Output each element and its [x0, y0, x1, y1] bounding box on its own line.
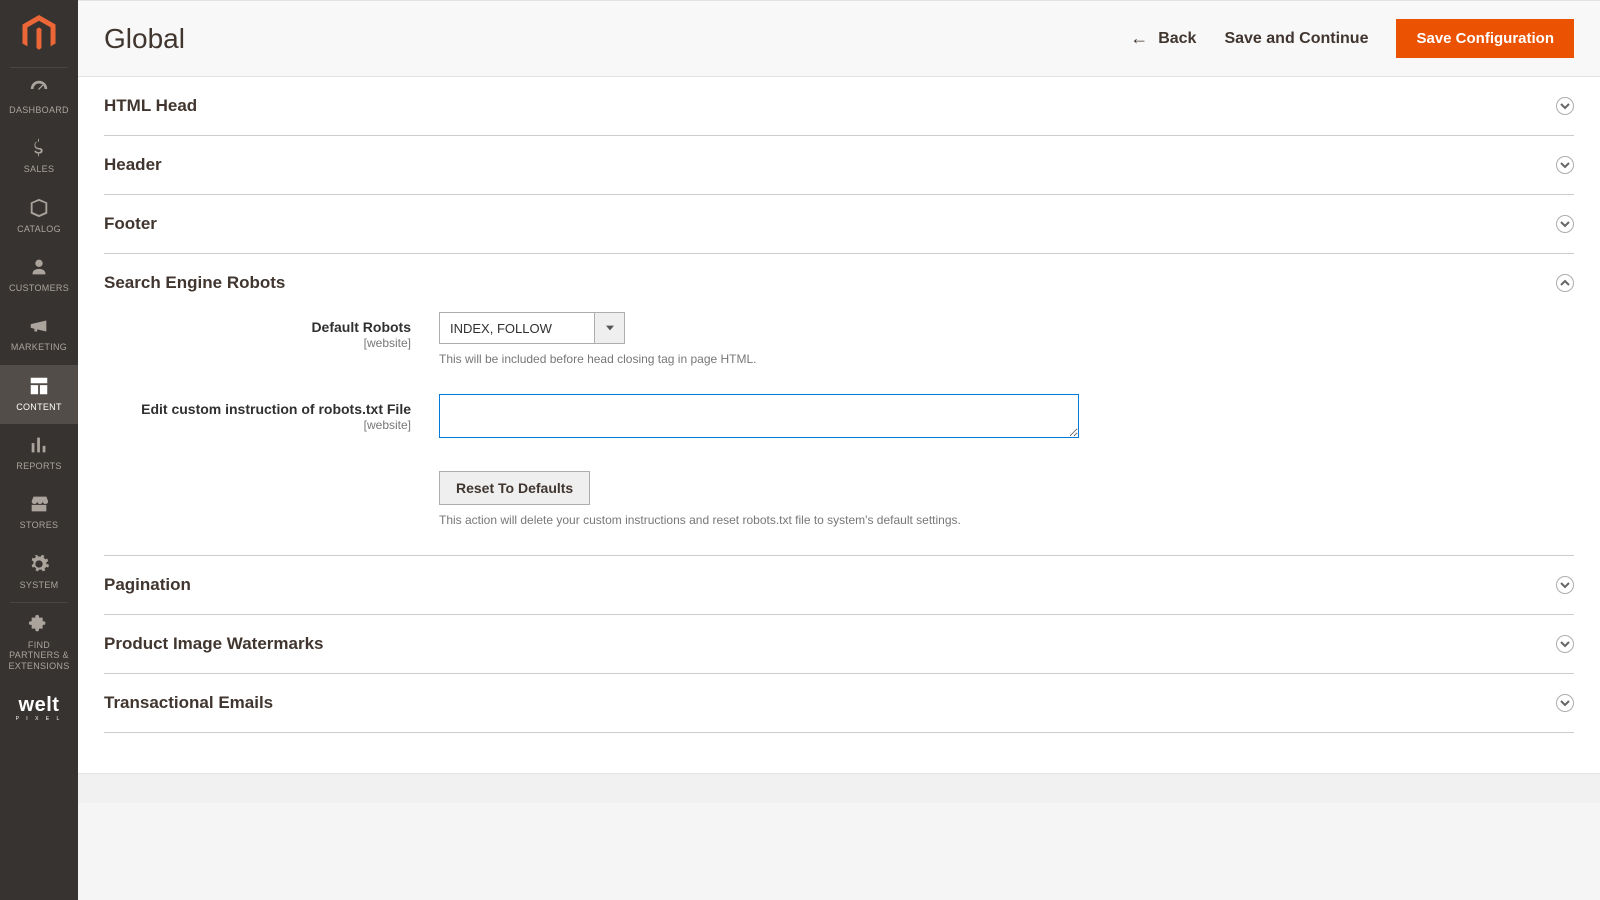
custom-robots-textarea[interactable] [439, 394, 1079, 438]
section-header-cfg: Header [104, 136, 1574, 195]
field-label: Edit custom instruction of robots.txt Fi… [104, 401, 411, 417]
field-reset-robots: Reset To Defaults This action will delet… [104, 471, 1574, 527]
nav-label: REPORTS [16, 461, 61, 471]
nav-label: SYSTEM [20, 580, 59, 590]
field-input-col: Reset To Defaults This action will delet… [439, 471, 1139, 527]
reset-defaults-button[interactable]: Reset To Defaults [439, 471, 590, 505]
save-configuration-button[interactable]: Save Configuration [1396, 19, 1574, 58]
section-watermarks: Product Image Watermarks [104, 615, 1574, 674]
field-scope: [website] [104, 336, 411, 350]
field-label: Default Robots [104, 319, 411, 335]
nav-label: MARKETING [11, 342, 67, 352]
field-label-col [104, 471, 439, 478]
field-default-robots: Default Robots [website] INDEX, FOLLOW T… [104, 312, 1574, 366]
section-title: Pagination [104, 575, 191, 595]
section-pagination: Pagination [104, 556, 1574, 615]
sidebar-item-marketing[interactable]: MARKETING [0, 305, 78, 364]
puzzle-icon [28, 613, 50, 635]
sidebar-item-content[interactable]: CONTENT [0, 365, 78, 424]
field-input-col [439, 394, 1139, 443]
megaphone-icon [28, 315, 50, 337]
section-title: HTML Head [104, 96, 197, 116]
weltpixel-logo[interactable]: welt P I X E L [0, 687, 78, 730]
section-body-search-robots: Default Robots [website] INDEX, FOLLOW T… [104, 312, 1574, 555]
field-input-col: INDEX, FOLLOW This will be included befo… [439, 312, 1139, 366]
field-label-col: Edit custom instruction of robots.txt Fi… [104, 394, 439, 432]
section-header-html-head[interactable]: HTML Head [104, 77, 1574, 135]
nav-label: FIND PARTNERS & EXTENSIONS [4, 640, 74, 671]
main-content: Global ← Back Save and Continue Save Con… [78, 0, 1600, 900]
nav-label: CATALOG [17, 224, 61, 234]
dollar-icon [28, 137, 50, 159]
sidebar-item-system[interactable]: SYSTEM [0, 543, 78, 602]
page-title: Global [104, 23, 1130, 55]
section-title: Product Image Watermarks [104, 634, 324, 654]
layout-icon [28, 375, 50, 397]
section-emails: Transactional Emails [104, 674, 1574, 733]
welt-brand: welt [6, 695, 72, 715]
page-footer-gap [78, 773, 1600, 803]
admin-sidebar: DASHBOARD SALES CATALOG CUSTOMERS MARKET… [0, 0, 78, 900]
section-title: Transactional Emails [104, 693, 273, 713]
nav-label: CONTENT [16, 402, 62, 412]
welt-sub: P I X E L [6, 717, 72, 722]
section-header-footer[interactable]: Footer [104, 195, 1574, 253]
section-title: Footer [104, 214, 157, 234]
section-html-head: HTML Head [104, 77, 1574, 136]
section-header-pagination[interactable]: Pagination [104, 556, 1574, 614]
nav-label: STORES [20, 520, 59, 530]
box-icon [28, 197, 50, 219]
chevron-up-icon [1556, 274, 1574, 292]
help-text: This will be included before head closin… [439, 352, 1139, 366]
sidebar-item-partners[interactable]: FIND PARTNERS & EXTENSIONS [0, 603, 78, 683]
select-value: INDEX, FOLLOW [440, 313, 594, 343]
gear-icon [28, 553, 50, 575]
page-actions: ← Back Save and Continue Save Configurat… [1130, 19, 1574, 58]
field-scope: [website] [104, 418, 411, 432]
person-icon [28, 256, 50, 278]
sidebar-item-sales[interactable]: SALES [0, 127, 78, 186]
help-text: This action will delete your custom inst… [439, 513, 1139, 527]
config-content: HTML Head Header Footer [78, 77, 1600, 773]
page-header: Global ← Back Save and Continue Save Con… [78, 1, 1600, 77]
nav-label: CUSTOMERS [9, 283, 69, 293]
section-footer: Footer [104, 195, 1574, 254]
field-custom-robots: Edit custom instruction of robots.txt Fi… [104, 394, 1574, 443]
chevron-down-icon [1556, 635, 1574, 653]
magento-logo[interactable] [10, 0, 68, 68]
section-title: Search Engine Robots [104, 273, 285, 293]
magento-logo-icon [22, 15, 56, 53]
arrow-left-icon: ← [1130, 28, 1148, 49]
section-header-watermarks[interactable]: Product Image Watermarks [104, 615, 1574, 673]
chevron-down-icon [1556, 97, 1574, 115]
sidebar-item-dashboard[interactable]: DASHBOARD [0, 68, 78, 127]
store-icon [28, 493, 50, 515]
caret-down-icon [594, 313, 624, 343]
sidebar-item-reports[interactable]: REPORTS [0, 424, 78, 483]
dashboard-icon [28, 78, 50, 100]
back-button[interactable]: ← Back [1130, 28, 1196, 49]
section-title: Header [104, 155, 162, 175]
save-continue-button[interactable]: Save and Continue [1224, 30, 1368, 48]
section-header-header[interactable]: Header [104, 136, 1574, 194]
nav-label: SALES [24, 164, 55, 174]
default-robots-select[interactable]: INDEX, FOLLOW [439, 312, 625, 344]
sidebar-item-stores[interactable]: STORES [0, 483, 78, 542]
chevron-down-icon [1556, 215, 1574, 233]
field-label-col: Default Robots [website] [104, 312, 439, 350]
section-header-search-robots[interactable]: Search Engine Robots [104, 254, 1574, 312]
sidebar-item-catalog[interactable]: CATALOG [0, 187, 78, 246]
back-label: Back [1158, 30, 1196, 48]
chevron-down-icon [1556, 576, 1574, 594]
chart-icon [28, 434, 50, 456]
chevron-down-icon [1556, 156, 1574, 174]
sidebar-item-customers[interactable]: CUSTOMERS [0, 246, 78, 305]
section-header-emails[interactable]: Transactional Emails [104, 674, 1574, 732]
nav-label: DASHBOARD [9, 105, 69, 115]
chevron-down-icon [1556, 694, 1574, 712]
section-search-robots: Search Engine Robots Default Robots [web… [104, 254, 1574, 556]
